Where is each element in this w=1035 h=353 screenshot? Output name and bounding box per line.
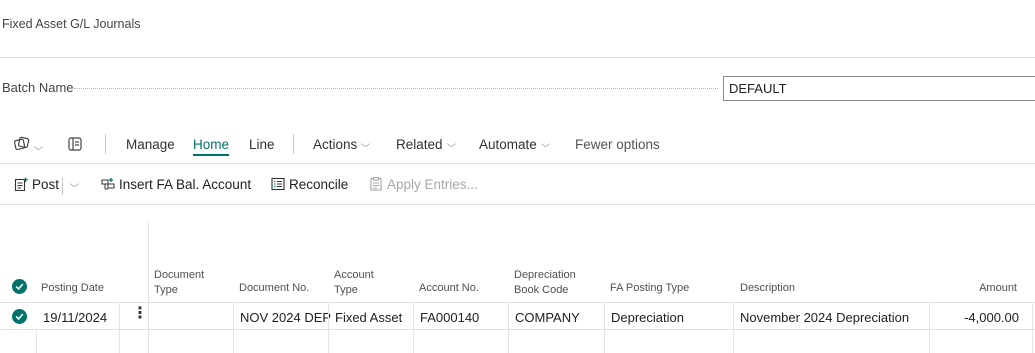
- cell-divider: [233, 330, 234, 353]
- toolbar-divider: [105, 134, 106, 154]
- toolbar-divider-line: [0, 163, 1035, 164]
- cell-divider: [929, 330, 930, 353]
- cell-divider: [733, 303, 734, 329]
- post-label: Post: [32, 177, 60, 192]
- select-all-checkbox[interactable]: [12, 279, 27, 294]
- page-inspect-icon[interactable]: [67, 136, 83, 155]
- post-button[interactable]: Post: [14, 177, 59, 192]
- header-account-type-line1: Account: [334, 269, 374, 281]
- header-amount[interactable]: Amount: [930, 281, 1017, 296]
- cell-account-no[interactable]: FA000140: [420, 310, 479, 325]
- cell-divider: [328, 330, 329, 353]
- cell-divider: [604, 330, 605, 353]
- cell-divider: [604, 303, 605, 329]
- cell-description[interactable]: November 2024 Depreciation: [740, 310, 909, 325]
- insert-fa-bal-label: Insert FA Bal. Account: [119, 177, 252, 192]
- cell-divider: [413, 303, 414, 329]
- cell-divider: [413, 330, 414, 353]
- cell-depreciation-book-code[interactable]: COMPANY: [515, 310, 580, 325]
- header-account-type[interactable]: Account Type: [334, 268, 374, 298]
- reconcile-label: Reconcile: [289, 177, 349, 192]
- cell-amount[interactable]: -4,000.00: [930, 310, 1019, 325]
- field-leader-dots: [74, 88, 718, 89]
- empty-new-row[interactable]: [0, 330, 1035, 353]
- chevron-down-icon: ⌵: [69, 179, 80, 189]
- fewer-options-button[interactable]: Fewer options: [575, 137, 660, 152]
- post-dropdown[interactable]: ⌵: [66, 177, 80, 192]
- reconcile-icon: [271, 177, 285, 191]
- header-description[interactable]: Description: [740, 281, 795, 296]
- cell-account-type[interactable]: Fixed Asset: [335, 310, 402, 325]
- header-document-type[interactable]: Document Type: [154, 268, 204, 298]
- cell-posting-date[interactable]: 19/11/2024: [43, 310, 107, 325]
- apply-entries-icon: [370, 177, 382, 191]
- header-divider: [0, 57, 1035, 58]
- header-account-type-line2: Type: [334, 284, 358, 296]
- tab-home[interactable]: Home: [193, 137, 230, 156]
- header-document-type-line1: Document: [154, 269, 205, 281]
- cell-divider: [508, 330, 509, 353]
- cell-divider: [233, 303, 234, 329]
- cell-divider: [119, 330, 120, 353]
- cell-fa-posting-type[interactable]: Depreciation: [611, 310, 684, 325]
- chevron-down-icon: ⌵: [360, 139, 371, 149]
- cell-divider: [119, 303, 120, 329]
- header-depreciation-book-code[interactable]: Depreciation Book Code: [514, 268, 576, 298]
- cell-document-no[interactable]: NOV 2024 DEP: [240, 310, 331, 325]
- post-split-divider: [62, 177, 63, 195]
- chevron-down-icon: ⌵: [446, 139, 456, 149]
- header-dep-book-line1: Depreciation: [514, 269, 576, 281]
- tab-manage[interactable]: Manage: [126, 137, 175, 152]
- cell-divider: [36, 330, 37, 353]
- batch-name-input[interactable]: DEFAULT: [723, 76, 1035, 101]
- batch-name-label: Batch Name: [2, 80, 74, 95]
- insert-fa-bal-account-button[interactable]: Insert FA Bal. Account: [101, 177, 251, 192]
- header-document-no[interactable]: Document No.: [239, 281, 309, 296]
- action-toolbar: ⌵ Manage Home Line Actions ⌵ Related ⌵ Aut…: [0, 131, 1035, 159]
- menu-related[interactable]: Related ⌵: [396, 137, 456, 152]
- cell-divider: [508, 303, 509, 329]
- table-row[interactable]: 19/11/2024 ⋮ NOV 2024 DEP Fixed Asset FA…: [0, 303, 1035, 329]
- header-account-no[interactable]: Account No.: [419, 281, 479, 296]
- apply-entries-label: Apply Entries...: [387, 177, 478, 192]
- tab-line[interactable]: Line: [249, 137, 275, 152]
- reconcile-button[interactable]: Reconcile: [271, 177, 348, 192]
- header-dep-book-line2: Book Code: [514, 284, 569, 296]
- cell-divider: [328, 303, 329, 329]
- menu-related-label: Related: [396, 137, 443, 152]
- insert-account-icon: [101, 178, 115, 190]
- menu-automate-label: Automate: [479, 137, 537, 152]
- header-fa-posting-type[interactable]: FA Posting Type: [610, 281, 689, 296]
- chevron-down-icon: ⌵: [33, 142, 44, 152]
- apply-entries-button[interactable]: Apply Entries...: [369, 177, 478, 192]
- actionbar-divider-line: [0, 204, 1035, 205]
- home-actions-bar: Post ⌵ Insert FA Bal. Account Reconcile …: [0, 171, 1035, 199]
- journal-lines-grid: Posting Date Document Type Document No. …: [0, 222, 1035, 353]
- cell-divider: [733, 330, 734, 353]
- row-selected-checkbox[interactable]: [12, 309, 27, 324]
- menu-automate[interactable]: Automate ⌵: [479, 137, 550, 152]
- chevron-down-icon: ⌵: [540, 139, 550, 149]
- toolbar-divider: [293, 134, 294, 154]
- post-icon: [14, 177, 28, 191]
- share-icon[interactable]: ⌵: [13, 136, 44, 155]
- header-document-type-line2: Type: [154, 284, 178, 296]
- menu-actions-label: Actions: [313, 137, 358, 152]
- page-title: Fixed Asset G/L Journals: [2, 17, 141, 31]
- menu-actions[interactable]: Actions ⌵: [313, 137, 371, 152]
- row-actions-kebab-icon[interactable]: ⋮: [132, 306, 148, 322]
- header-posting-date[interactable]: Posting Date: [41, 281, 104, 296]
